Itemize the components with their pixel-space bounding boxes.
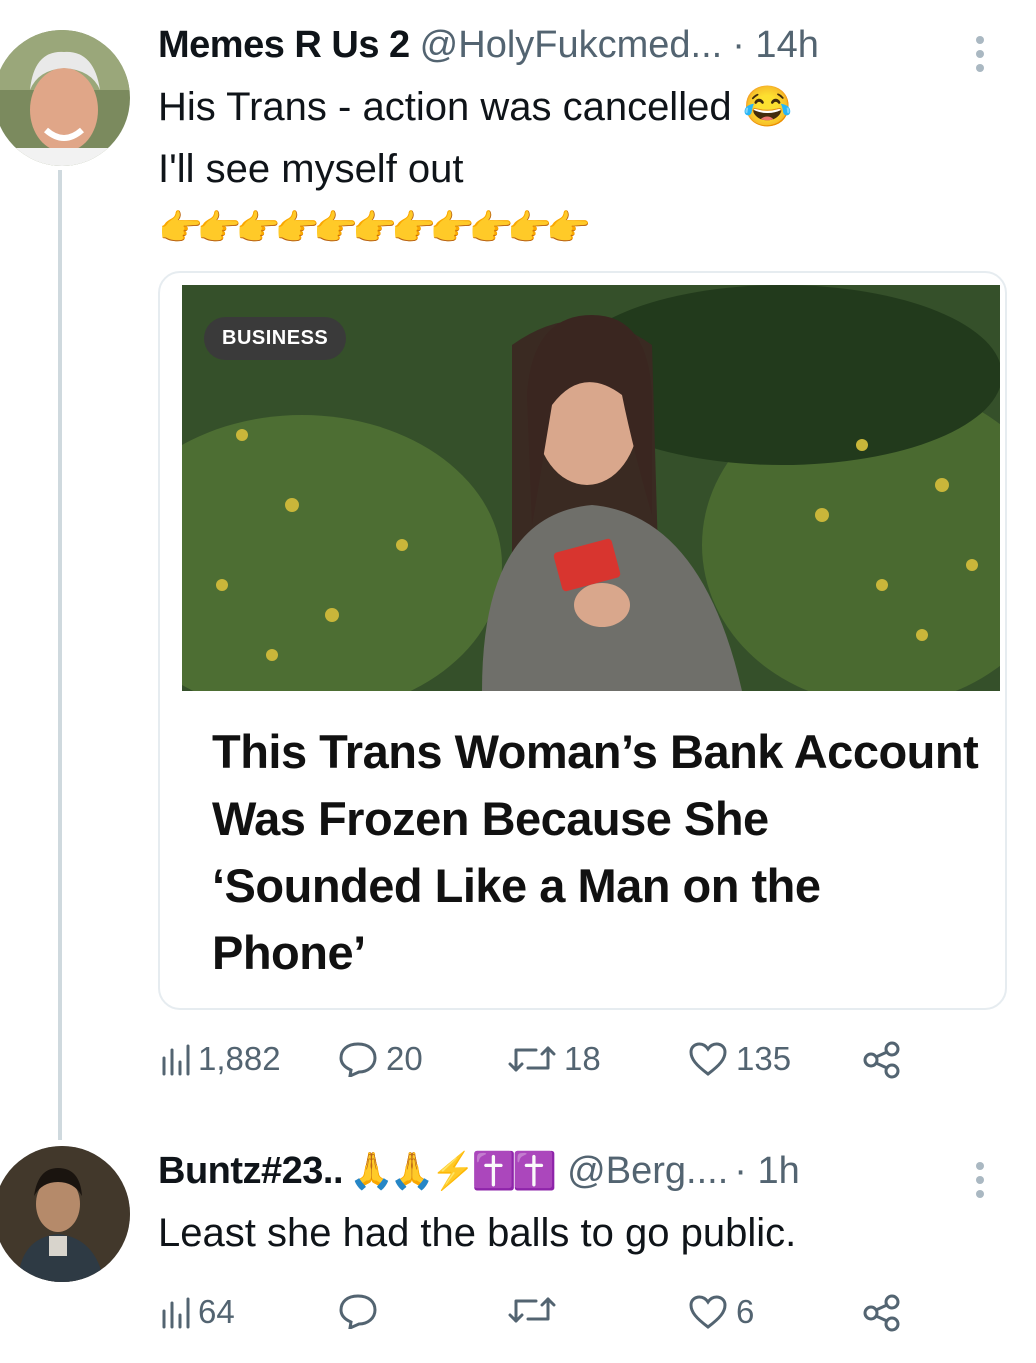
reply-button[interactable]	[338, 1293, 386, 1329]
more-icon[interactable]	[976, 30, 988, 78]
tweet-header: Buntz#23.. 🙏🙏⚡✝️✝️ @Berg.... · 1h	[158, 1150, 800, 1193]
retweet-button[interactable]: 18	[508, 1040, 601, 1078]
avatar[interactable]	[0, 30, 130, 166]
tweet-text-line1: His Trans - action was cancelled	[158, 85, 732, 129]
link-card[interactable]: BUSINESS This Trans Woman’s Bank Account…	[158, 271, 1007, 1010]
author-name[interactable]: Memes R Us 2	[158, 24, 410, 67]
like-icon	[689, 1295, 727, 1329]
reply-count: 20	[386, 1040, 423, 1077]
card-headline: This Trans Woman’s Bank Account Was Froz…	[212, 725, 979, 979]
pointing-emojis: 👉👉👉👉👉👉👉👉👉👉👉	[158, 207, 591, 248]
like-icon	[689, 1042, 727, 1076]
retweet-icon	[508, 1046, 556, 1072]
views-count: 64	[198, 1293, 235, 1330]
tweet-time[interactable]: · 14h	[732, 24, 819, 67]
author-name[interactable]: Buntz#23..	[158, 1150, 344, 1193]
share-button[interactable]	[862, 1040, 902, 1080]
more-icon[interactable]	[976, 1156, 988, 1204]
reply-icon	[339, 1294, 377, 1329]
retweet-icon	[508, 1297, 556, 1323]
reply-icon	[339, 1042, 377, 1077]
like-button[interactable]: 6	[688, 1293, 754, 1331]
tweet-text: His Trans - action was cancelled 😂 I'll …	[158, 76, 998, 256]
laughing-emoji: 😂	[742, 85, 793, 129]
card-image: BUSINESS	[182, 285, 1000, 691]
reply-button[interactable]: 20	[338, 1040, 423, 1078]
share-icon	[863, 1041, 900, 1079]
retweet-button[interactable]	[508, 1293, 564, 1327]
thread-connector-line	[58, 170, 62, 1140]
author-handle[interactable]: @HolyFukcmed...	[420, 24, 723, 67]
avatar-photo	[0, 1146, 130, 1282]
like-count: 6	[736, 1293, 755, 1330]
avatar[interactable]	[0, 1146, 130, 1282]
avatar-photo	[0, 30, 130, 166]
views-icon	[162, 1044, 190, 1076]
retweet-count: 18	[564, 1040, 601, 1077]
tweet-text: Least she had the balls to go public.	[158, 1211, 797, 1255]
tweet-header: Memes R Us 2 @HolyFukcmed... · 14h	[158, 24, 819, 67]
views-icon	[162, 1297, 190, 1329]
like-button[interactable]: 135	[688, 1040, 791, 1078]
views-count: 1,882	[198, 1040, 281, 1077]
tweet-text-line2: I'll see myself out	[158, 147, 464, 191]
views-button[interactable]: 64	[160, 1293, 235, 1331]
share-icon	[863, 1294, 900, 1332]
category-badge: BUSINESS	[204, 317, 347, 360]
author-handle[interactable]: @Berg....	[567, 1150, 728, 1193]
share-button[interactable]	[862, 1293, 902, 1333]
name-emojis: 🙏🙏⚡✝️✝️	[349, 1150, 557, 1191]
tweet-time[interactable]: · 1h	[734, 1150, 799, 1193]
like-count: 135	[736, 1040, 792, 1077]
views-button[interactable]: 1,882	[160, 1040, 281, 1078]
